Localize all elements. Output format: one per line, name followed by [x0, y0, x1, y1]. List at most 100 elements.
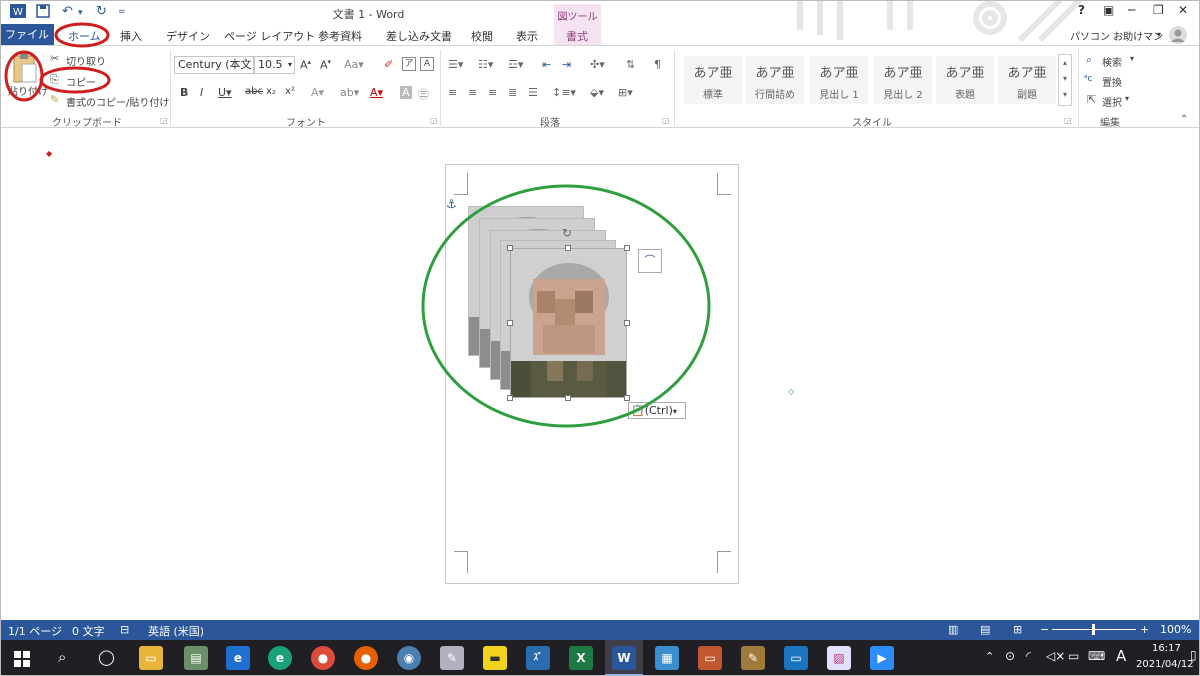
italic-icon[interactable]: I: [200, 86, 203, 99]
keyboard-icon[interactable]: ⌨: [1088, 649, 1105, 663]
edge-icon[interactable]: e: [268, 646, 292, 670]
paste-button[interactable]: 貼り付け: [8, 83, 48, 98]
character-border-icon[interactable]: A: [420, 57, 434, 71]
print-layout-icon[interactable]: ▤: [980, 623, 990, 636]
file-explorer-icon[interactable]: ▭: [139, 646, 163, 670]
app-icon-1[interactable]: ▤: [184, 646, 208, 670]
paragraph-launcher-icon[interactable]: ◲: [662, 116, 670, 125]
bold-icon[interactable]: B: [180, 86, 188, 99]
select-dropdown-icon[interactable]: ▾: [1125, 94, 1129, 103]
battery-icon[interactable]: ▭: [1068, 649, 1079, 663]
tab-references[interactable]: 参考資料: [318, 28, 362, 44]
select-button[interactable]: 選択: [1102, 94, 1122, 109]
search-icon[interactable]: ⌕: [58, 648, 66, 666]
find-button[interactable]: 検索: [1102, 54, 1122, 69]
subscript-icon[interactable]: x₂: [266, 86, 276, 97]
selected-photo[interactable]: [510, 248, 627, 398]
paint-3d-icon[interactable]: ✎: [741, 646, 765, 670]
chrome-icon[interactable]: ●: [311, 646, 335, 670]
zoom-thumb[interactable]: [1092, 624, 1095, 635]
character-shading-icon[interactable]: A: [400, 86, 412, 99]
ime-indicator[interactable]: A: [1116, 647, 1126, 665]
align-left-icon[interactable]: ≡: [448, 86, 457, 99]
rotate-handle-icon[interactable]: ↻: [562, 226, 572, 240]
tab-format[interactable]: 書式: [566, 28, 588, 44]
find-dropdown-icon[interactable]: ▾: [1130, 54, 1134, 63]
justify-icon[interactable]: ≣: [508, 86, 517, 99]
underline-icon[interactable]: U▾: [218, 86, 232, 99]
multilevel-list-icon[interactable]: ☲▾: [508, 58, 523, 71]
close-button[interactable]: ✕: [1178, 3, 1188, 17]
tray-expand-icon[interactable]: ⌃: [985, 650, 994, 663]
cut-button[interactable]: 切り取り: [66, 53, 106, 68]
app-icon-5[interactable]: ▨: [827, 646, 851, 670]
toolbox-icon[interactable]: ▭: [698, 646, 722, 670]
style-5[interactable]: あア亜 副題: [998, 56, 1056, 104]
copy-button[interactable]: コピー: [66, 74, 96, 89]
font-color-icon[interactable]: A▾: [370, 86, 383, 99]
sticky-notes-icon[interactable]: ▬: [483, 646, 507, 670]
style-4[interactable]: あア亜 表題: [936, 56, 994, 104]
tab-page-layout[interactable]: ページ レイアウト: [224, 28, 315, 44]
style-0[interactable]: あア亜 標準: [684, 56, 742, 104]
read-mode-icon[interactable]: ▥: [948, 623, 958, 636]
zoom-in-icon[interactable]: +: [1140, 623, 1149, 636]
ie-icon[interactable]: e: [226, 646, 250, 670]
font-size-select[interactable]: 10.5 ▾: [254, 56, 295, 74]
tab-view[interactable]: 表示: [516, 28, 538, 44]
tab-design[interactable]: デザイン: [166, 28, 210, 44]
tab-review[interactable]: 校閲: [471, 28, 493, 44]
word-icon[interactable]: W: [612, 646, 636, 670]
volume-icon[interactable]: ◁×: [1046, 649, 1065, 663]
tray-app-icon[interactable]: ⊙: [1005, 649, 1015, 663]
increase-indent-icon[interactable]: ⇥: [562, 58, 571, 71]
format-painter-button[interactable]: 書式のコピー/貼り付け: [66, 94, 169, 109]
styles-launcher-icon[interactable]: ◲: [1064, 116, 1072, 125]
zoom-out-icon[interactable]: −: [1040, 623, 1049, 636]
zoom-app-icon[interactable]: ▶: [870, 646, 894, 670]
cortana-icon[interactable]: ◯: [98, 648, 115, 666]
show-marks-icon[interactable]: ¶: [654, 58, 661, 71]
tab-insert[interactable]: 挿入: [120, 28, 142, 44]
distributed-icon[interactable]: ☰: [528, 86, 538, 99]
align-center-icon[interactable]: ≡: [468, 86, 477, 99]
line-spacing-icon[interactable]: ↕≡▾: [552, 86, 576, 99]
minimize-button[interactable]: ─: [1128, 3, 1135, 17]
excel-icon[interactable]: X: [569, 646, 593, 670]
shrink-font-icon[interactable]: A▾: [320, 58, 331, 72]
user-dropdown-icon[interactable]: ▾: [1157, 30, 1161, 39]
grow-font-icon[interactable]: A▴: [300, 58, 311, 72]
collapse-ribbon-icon[interactable]: ⌃: [1180, 114, 1188, 125]
strikethrough-icon[interactable]: abc: [245, 86, 263, 97]
bullets-icon[interactable]: ☰▾: [448, 58, 463, 71]
clock-date[interactable]: 2021/04/12: [1136, 659, 1194, 670]
layout-options-button[interactable]: ⌒: [638, 249, 662, 273]
page-count[interactable]: 1/1 ページ: [8, 623, 62, 639]
align-right-icon[interactable]: ≡: [488, 86, 497, 99]
replace-button[interactable]: 置換: [1102, 74, 1122, 89]
start-icon[interactable]: [14, 651, 30, 670]
app-icon-3[interactable]: ｽﾞ: [526, 646, 550, 670]
phonetic-guide-icon[interactable]: ア: [402, 57, 416, 71]
font-name-select[interactable]: Century (本文: [174, 56, 254, 74]
clear-format-icon[interactable]: ✐: [384, 58, 393, 71]
text-effects-icon[interactable]: A▾: [311, 86, 324, 99]
ribbon-display-options-icon[interactable]: ▣: [1103, 3, 1114, 17]
enclosed-character-icon[interactable]: ㊂: [418, 86, 429, 102]
styles-scroll[interactable]: ▴ ▾ ▾: [1058, 54, 1072, 106]
restore-button[interactable]: ❐: [1153, 3, 1164, 17]
highlight-icon[interactable]: ab▾: [340, 86, 359, 99]
zoom-level[interactable]: 100%: [1160, 623, 1191, 636]
numbering-icon[interactable]: ☷▾: [478, 58, 493, 71]
language-indicator[interactable]: 英語 (米国): [148, 623, 204, 639]
asian-layout-icon[interactable]: ✣▾: [590, 58, 605, 71]
tab-file[interactable]: ファイル: [0, 24, 54, 45]
firefox-icon[interactable]: ●: [354, 646, 378, 670]
web-layout-icon[interactable]: ⊞: [1013, 623, 1022, 636]
clock-time[interactable]: 16:17: [1152, 643, 1181, 654]
remote-desktop-icon[interactable]: ▭: [784, 646, 808, 670]
paint-icon[interactable]: ✎: [440, 646, 464, 670]
font-launcher-icon[interactable]: ◲: [430, 116, 438, 125]
app-icon-4[interactable]: ▦: [655, 646, 679, 670]
decrease-indent-icon[interactable]: ⇤: [542, 58, 551, 71]
